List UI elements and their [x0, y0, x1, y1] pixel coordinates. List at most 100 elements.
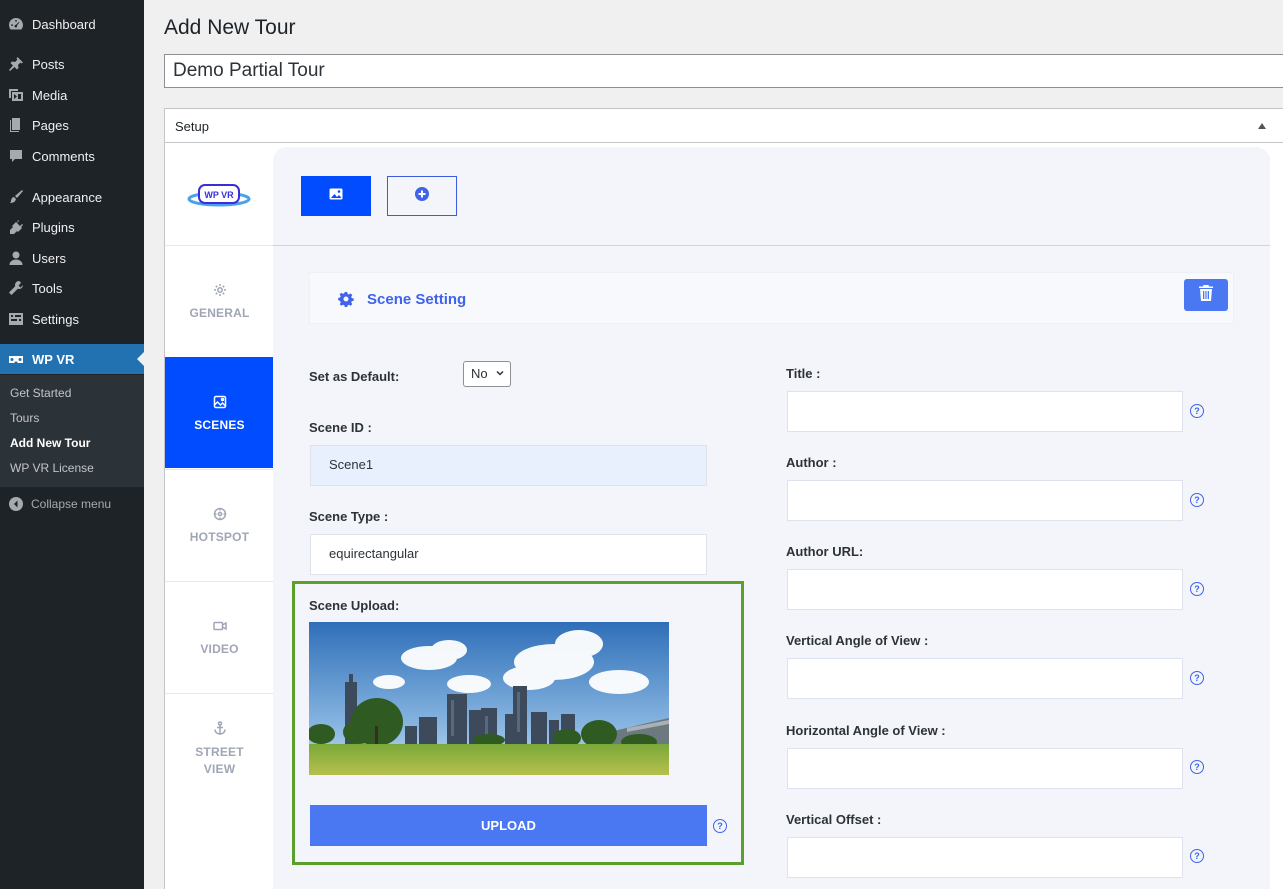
tour-title-input[interactable]: Demo Partial Tour: [164, 54, 1283, 88]
target-icon: [213, 507, 227, 521]
horizontal-angle-label: Horizontal Angle of View :: [786, 723, 946, 738]
help-icon[interactable]: ?: [1190, 760, 1204, 774]
title-field-label: Title :: [786, 366, 821, 381]
menu-label: Pages: [32, 117, 69, 133]
set-default-label: Set as Default:: [309, 369, 400, 384]
scene-setting-title: Scene Setting: [367, 291, 467, 308]
author-url-input[interactable]: [787, 569, 1183, 610]
help-icon[interactable]: ?: [1190, 404, 1204, 418]
metabox-title: Setup: [175, 119, 209, 134]
menu-item-tools[interactable]: Tools: [0, 273, 144, 303]
submenu-add-new-tour[interactable]: Add New Tour: [10, 436, 90, 450]
menu-item-appearance[interactable]: Appearance: [0, 182, 144, 212]
delete-scene-button[interactable]: [1184, 279, 1228, 311]
collapse-label: Collapse menu: [31, 497, 112, 511]
plus-circle-icon: [415, 186, 429, 206]
image-icon: [213, 395, 227, 409]
collapse-menu-button[interactable]: Collapse menu: [0, 494, 144, 514]
page-title: Add New Tour: [164, 16, 296, 39]
collapse-icon: [9, 497, 23, 511]
gear-icon: [213, 283, 227, 297]
anchor-icon: [213, 720, 227, 735]
settings-icon: [8, 311, 24, 327]
scene-id-label: Scene ID :: [309, 420, 372, 435]
tab-general[interactable]: GENERAL: [165, 245, 274, 356]
add-scene-button[interactable]: [387, 176, 457, 216]
tab-hotspot[interactable]: HOTSPOT: [165, 469, 274, 580]
scene-1-tab[interactable]: [301, 176, 371, 216]
help-icon[interactable]: ?: [1190, 582, 1204, 596]
wrench-icon: [8, 280, 24, 296]
tab-street-view[interactable]: STREET VIEW: [165, 693, 274, 804]
chevron-down-icon: [496, 370, 504, 376]
tab-label: SCENES: [194, 417, 245, 432]
menu-item-pages[interactable]: Pages: [0, 110, 144, 140]
vertical-offset-label: Vertical Offset :: [786, 812, 882, 827]
collapse-toggle-icon[interactable]: [1258, 123, 1266, 129]
menu-item-posts[interactable]: Posts: [0, 49, 144, 79]
set-default-select[interactable]: No: [463, 361, 511, 387]
menu-label: Media: [32, 87, 68, 103]
menu-item-dashboard[interactable]: Dashboard: [0, 9, 144, 39]
scenes-panel: Scene Setting Set as Default: No Scene I…: [273, 147, 1270, 889]
vertical-angle-label: Vertical Angle of View :: [786, 633, 929, 648]
submenu-wp-vr-license[interactable]: WP VR License: [10, 461, 94, 475]
dashboard-icon: [8, 16, 24, 32]
menu-label: Tools: [32, 280, 63, 296]
gear-icon: [338, 291, 354, 308]
wp-vr-submenu: Get Started Tours Add New Tour WP VR Lic…: [0, 375, 144, 487]
submenu-get-started[interactable]: Get Started: [10, 386, 71, 400]
user-icon: [8, 250, 24, 266]
author-label: Author :: [786, 455, 837, 470]
menu-item-wp-vr[interactable]: WP VR: [0, 344, 144, 374]
admin-sidebar: Dashboard Posts Media Pages Comments App…: [0, 0, 144, 889]
scene-setting-bar: Scene Setting: [309, 272, 1234, 324]
submenu-tours[interactable]: Tours: [10, 411, 39, 425]
menu-label: Plugins: [32, 219, 75, 235]
tab-video[interactable]: VIDEO: [165, 581, 274, 692]
current-menu-arrow: [137, 352, 144, 366]
scene-upload-label: Scene Upload:: [309, 598, 400, 613]
tab-label: GENERAL: [189, 305, 250, 320]
vertical-angle-input[interactable]: [787, 658, 1183, 699]
select-value: No: [471, 366, 488, 381]
help-icon[interactable]: ?: [713, 819, 727, 833]
help-icon[interactable]: ?: [1190, 493, 1204, 507]
menu-item-settings[interactable]: Settings: [0, 304, 144, 334]
vr-icon: [8, 351, 24, 367]
vertical-offset-input[interactable]: [787, 837, 1183, 878]
trash-icon: [1199, 284, 1213, 306]
scene-type-input[interactable]: equirectangular: [310, 534, 707, 575]
horizontal-angle-input[interactable]: [787, 748, 1183, 789]
image-icon: [329, 187, 343, 205]
setup-metabox: Setup WP VR GENERAL SCENES HOTSPOT VIDEO: [164, 108, 1283, 889]
menu-label: Comments: [32, 148, 95, 164]
tab-label: VIDEO: [200, 641, 239, 656]
tab-label: HOTSPOT: [189, 529, 250, 544]
help-icon[interactable]: ?: [1190, 671, 1204, 685]
metabox-header[interactable]: Setup: [165, 109, 1283, 143]
tab-label: STREET VIEW: [195, 744, 244, 776]
menu-label: WP VR: [32, 351, 75, 367]
scene-id-input[interactable]: Scene1: [310, 445, 707, 486]
author-input[interactable]: [787, 480, 1183, 521]
menu-item-comments[interactable]: Comments: [0, 141, 144, 171]
scene-type-label: Scene Type :: [309, 509, 389, 524]
wpvr-logo: WP VR: [187, 181, 251, 211]
video-camera-icon: [212, 619, 227, 633]
plugin-icon: [8, 219, 24, 235]
menu-item-plugins[interactable]: Plugins: [0, 212, 144, 242]
menu-label: Appearance: [32, 189, 103, 205]
tab-scenes[interactable]: SCENES: [165, 357, 274, 468]
menu-label: Dashboard: [32, 16, 96, 32]
menu-label: Users: [32, 250, 66, 266]
menu-item-users[interactable]: Users: [0, 243, 144, 273]
menu-label: Posts: [32, 56, 65, 72]
help-icon[interactable]: ?: [1190, 849, 1204, 863]
upload-button[interactable]: UPLOAD: [310, 805, 707, 846]
brush-icon: [8, 189, 24, 205]
wpvr-logo-text: WP VR: [204, 190, 234, 200]
title-input[interactable]: [787, 391, 1183, 432]
wpvr-tab-column: WP VR GENERAL SCENES HOTSPOT VIDEO STREE…: [165, 143, 274, 889]
menu-item-media[interactable]: Media: [0, 80, 144, 110]
